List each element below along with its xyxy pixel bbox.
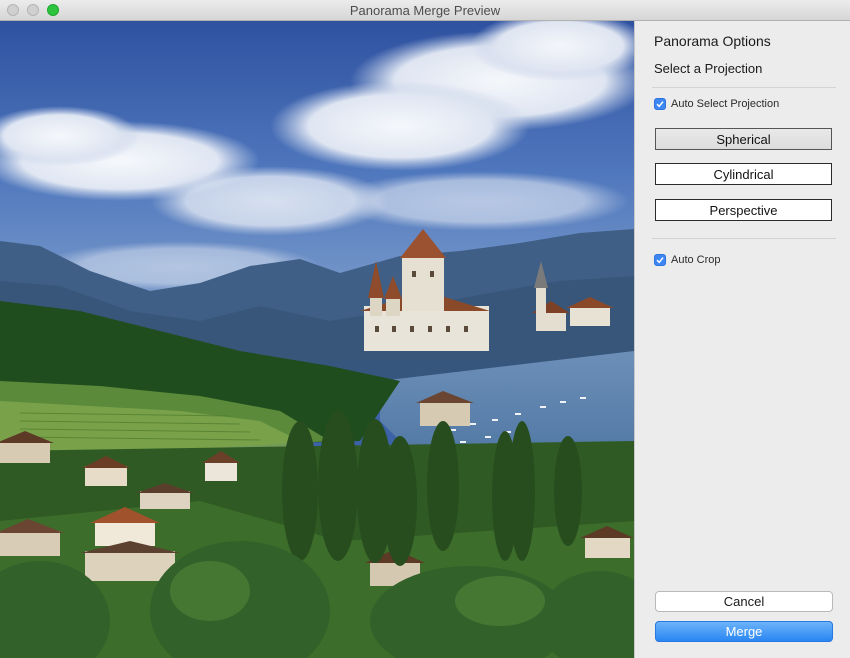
auto-crop-checkbox[interactable]: Auto Crop — [654, 254, 721, 266]
cancel-button[interactable]: Cancel — [655, 591, 833, 612]
divider — [652, 238, 836, 239]
auto-select-projection-label: Auto Select Projection — [671, 98, 780, 110]
window-title: Panorama Merge Preview — [349, 3, 501, 18]
title-bar: Panorama Merge Preview — [0, 0, 850, 21]
checkmark-icon — [654, 254, 666, 266]
projection-section-label: Select a Projection — [654, 61, 763, 76]
checkmark-icon — [654, 98, 666, 110]
divider — [652, 87, 836, 88]
auto-select-projection-checkbox[interactable]: Auto Select Projection — [654, 98, 779, 110]
projection-cylindrical-button[interactable]: Cylindrical — [655, 163, 832, 185]
panel-title: Panorama Options — [654, 33, 771, 49]
merge-button[interactable]: Merge — [655, 621, 833, 642]
projection-spherical-button[interactable]: Spherical — [655, 128, 832, 150]
panorama-landscape-image — [0, 21, 634, 658]
panorama-options-panel: Panorama Options Select a Projection Aut… — [634, 21, 850, 658]
panorama-preview-image — [0, 21, 634, 658]
auto-crop-label: Auto Crop — [671, 254, 721, 266]
projection-perspective-button[interactable]: Perspective — [655, 199, 832, 221]
